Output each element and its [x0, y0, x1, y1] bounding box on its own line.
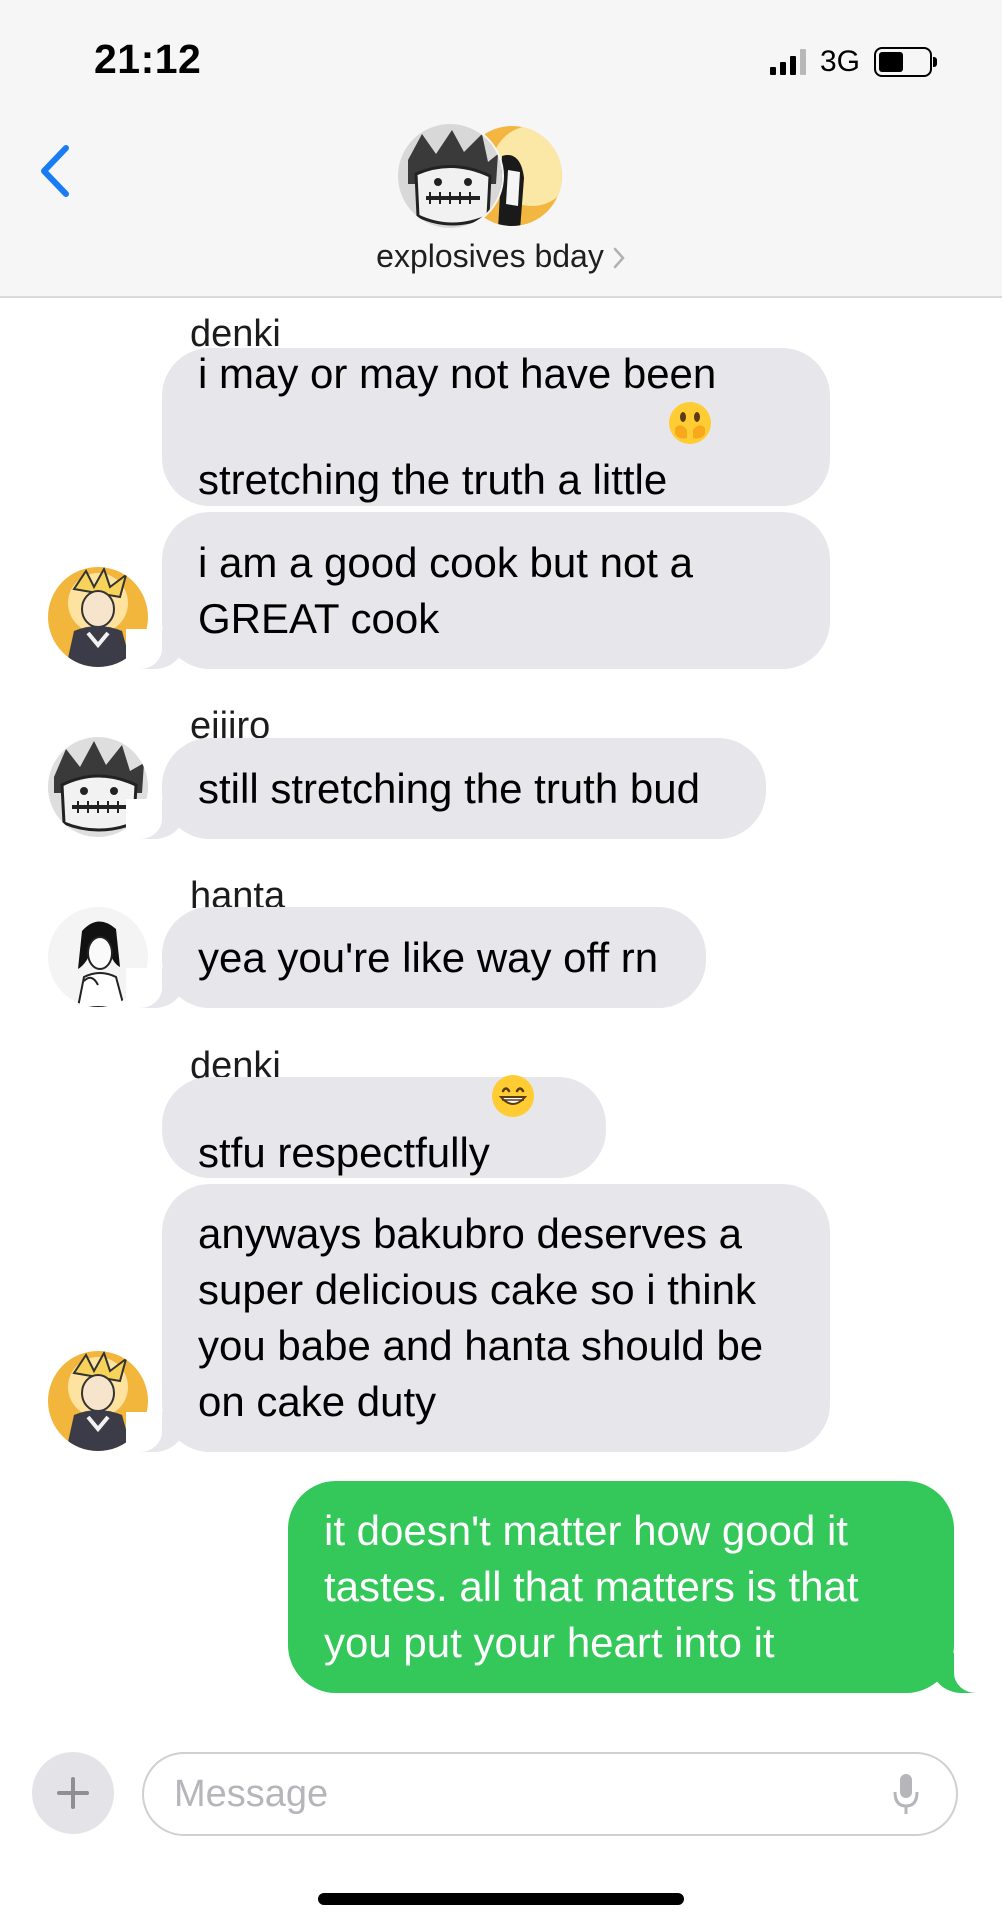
avatar-group-member-front — [396, 122, 504, 230]
message-text: yea you're like way off rn — [198, 933, 659, 981]
grinning-face-emoji — [491, 1074, 534, 1117]
message-text: anyways bakubro deserves a super delicio… — [198, 1210, 764, 1425]
message-input-container — [142, 1752, 958, 1836]
status-indicators: 3G — [769, 42, 937, 82]
message-input[interactable] — [174, 1772, 886, 1816]
group-name: explosives bday — [376, 238, 604, 274]
message-text: i may or may not have been stretching th… — [198, 350, 717, 503]
home-indicator[interactable] — [318, 1893, 684, 1905]
message-bubble[interactable]: yea you're like way off rn — [126, 907, 706, 1008]
battery-icon — [874, 47, 937, 77]
status-time: 21:12 — [94, 36, 202, 82]
plus-icon — [57, 1777, 89, 1809]
message-bubble[interactable]: i may or may not have been stretching th… — [162, 348, 830, 506]
message-text: still stretching the truth bud — [198, 764, 700, 812]
conversation-header: 21:12 3G explosives bday — [0, 0, 1002, 298]
message-text: stfu respectfully — [198, 1128, 490, 1176]
microphone-button[interactable] — [886, 1770, 926, 1818]
message-bubble[interactable]: still stretching the truth bud — [126, 738, 766, 839]
message-text: i am a good cook but not a GREAT cook — [198, 538, 693, 642]
message-bubble[interactable]: anyways bakubro deserves a super delicio… — [126, 1184, 830, 1452]
chevron-left-icon — [41, 145, 69, 197]
sent-message-bubble[interactable]: it doesn't matter how good it tastes. al… — [288, 1481, 990, 1693]
add-attachment-button[interactable] — [32, 1752, 114, 1834]
message-text: it doesn't matter how good it tastes. al… — [324, 1507, 859, 1666]
message-bubble[interactable]: i am a good cook but not a GREAT cook — [126, 512, 830, 669]
signal-icon — [769, 49, 806, 75]
microphone-icon — [893, 1774, 919, 1814]
group-avatar[interactable] — [396, 122, 568, 230]
group-name-button[interactable]: explosives bday — [0, 238, 1002, 275]
back-button[interactable] — [30, 138, 80, 204]
network-type: 3G — [819, 45, 860, 78]
hand-over-mouth-emoji — [669, 402, 712, 444]
chevron-right-icon — [613, 247, 625, 268]
message-bubble[interactable]: stfu respectfully — [162, 1074, 606, 1178]
